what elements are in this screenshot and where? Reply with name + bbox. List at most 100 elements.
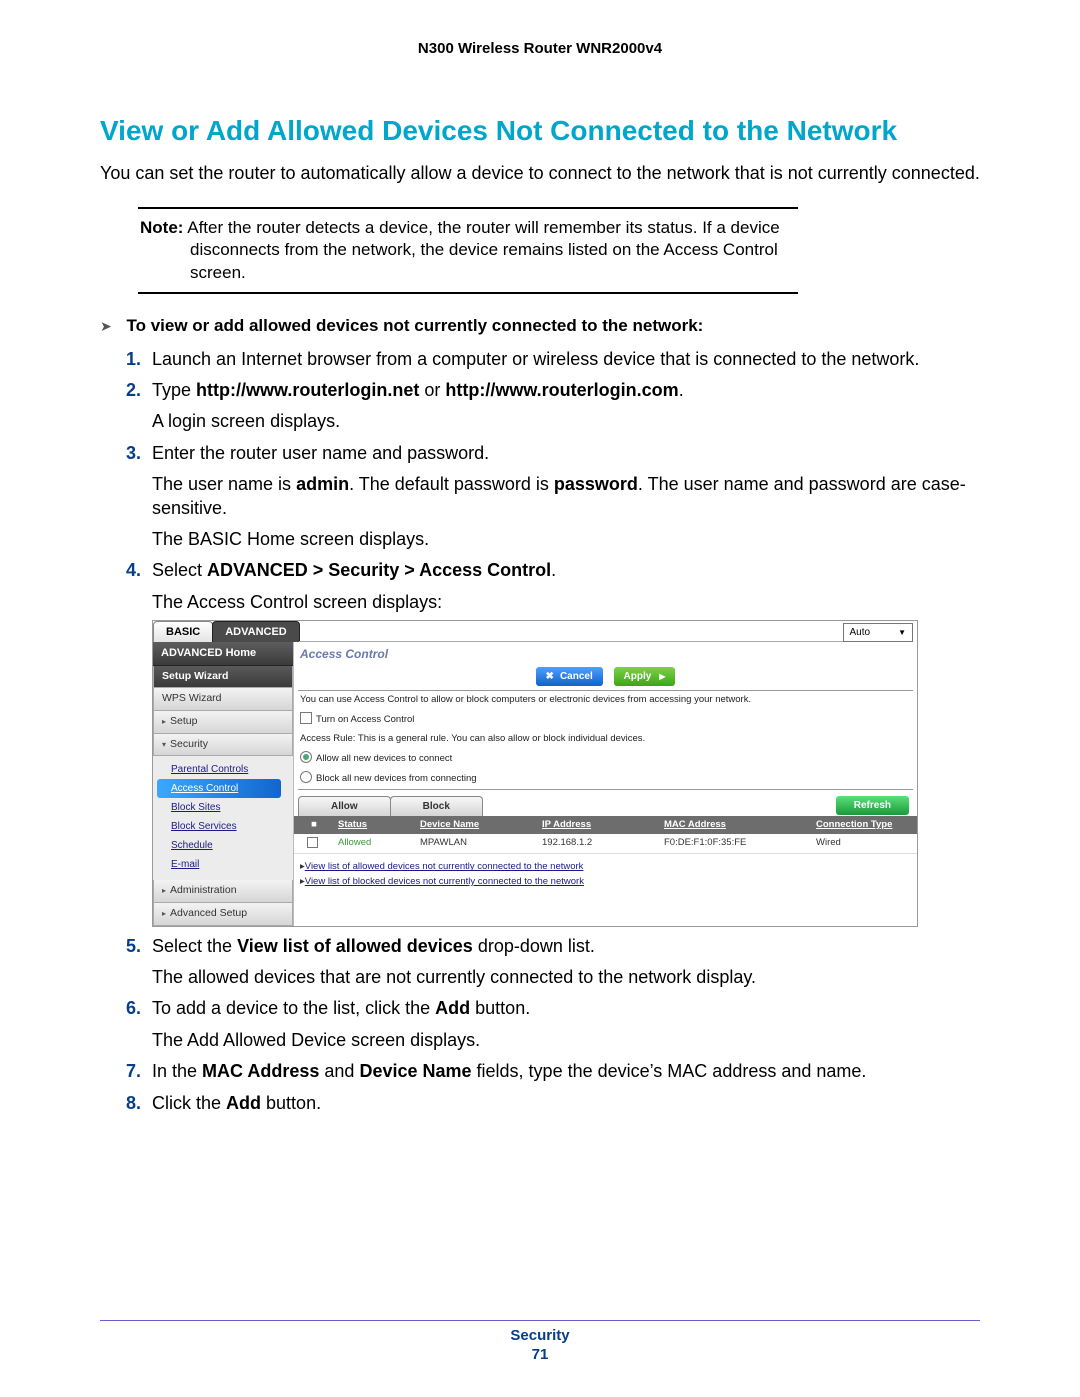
step-5-pre: Select the	[152, 936, 237, 956]
step-4: Select ADVANCED > Security > Access Cont…	[126, 555, 980, 930]
col-checkbox: ■	[296, 819, 332, 831]
step-5-bold: View list of allowed devices	[237, 936, 473, 956]
row-mac: F0:DE:F1:0F:35:FE	[658, 837, 810, 850]
step-6-pre: To add a device to the list, click the	[152, 998, 435, 1018]
row-status: Allowed	[332, 837, 414, 850]
step-6-text: To add a device to the list, click the A…	[152, 998, 530, 1018]
col-status[interactable]: Status	[332, 819, 414, 831]
step-5: Select the View list of allowed devices …	[126, 931, 980, 994]
step-3-password: password	[554, 474, 638, 494]
block-tab[interactable]: Block	[390, 796, 483, 816]
step-5-sub: The allowed devices that are not current…	[152, 966, 980, 989]
step-4-dot: .	[551, 560, 556, 580]
turn-on-row: Turn on Access Control	[294, 709, 917, 729]
note-label: Note:	[140, 218, 183, 237]
link-view-blocked[interactable]: View list of blocked devices not current…	[300, 875, 911, 889]
step-8-post: button.	[261, 1093, 321, 1113]
divider	[298, 789, 913, 790]
step-4-sub: The Access Control screen displays:	[152, 591, 980, 614]
step-2-url2: http://www.routerlogin.com	[445, 380, 678, 400]
nav-schedule[interactable]: Schedule	[171, 836, 293, 855]
turn-on-checkbox[interactable]	[300, 712, 312, 724]
nav-block-services[interactable]: Block Services	[171, 817, 293, 836]
nav-parental-controls[interactable]: Parental Controls	[171, 760, 293, 779]
triangle-right-icon: ▶	[659, 672, 665, 681]
step-7-and: and	[319, 1061, 359, 1081]
procedure-title-text: To view or add allowed devices not curre…	[126, 316, 703, 335]
row-ip: 192.168.1.2	[536, 837, 658, 850]
nav-security[interactable]: ▾Security	[153, 734, 293, 757]
step-6-bold: Add	[435, 998, 470, 1018]
step-8-bold: Add	[226, 1093, 261, 1113]
link-view-allowed[interactable]: View list of allowed devices not current…	[300, 860, 911, 874]
step-2-dot: .	[679, 380, 684, 400]
step-2-pre: Type	[152, 380, 196, 400]
language-value: Auto	[850, 626, 871, 639]
block-new-row: Block all new devices from connecting	[294, 768, 917, 788]
devices-table-header: ■ Status Device Name IP Address MAC Addr…	[294, 816, 917, 834]
block-new-radio[interactable]	[300, 771, 312, 783]
note-bottom-rule	[138, 292, 798, 294]
note-text: After the router detects a device, the r…	[187, 218, 779, 281]
step-2-text: Type http://www.routerlogin.net or http:…	[152, 380, 684, 400]
step-8-pre: Click the	[152, 1093, 226, 1113]
row-connection: Wired	[810, 837, 915, 850]
step-3-sub2: The BASIC Home screen displays.	[152, 528, 980, 551]
step-5-text: Select the View list of allowed devices …	[152, 936, 595, 956]
step-3-text: Enter the router user name and password.	[152, 443, 489, 463]
step-7-a: In the	[152, 1061, 202, 1081]
nav-setup-wizard[interactable]: Setup Wizard	[153, 666, 293, 689]
step-4-pre: Select	[152, 560, 207, 580]
cancel-label: Cancel	[560, 671, 593, 682]
language-select[interactable]: Auto ▼	[843, 623, 914, 642]
step-3-admin: admin	[296, 474, 349, 494]
refresh-button[interactable]: Refresh	[836, 796, 909, 815]
table-row: Allowed MPAWLAN 192.168.1.2 F0:DE:F1:0F:…	[294, 834, 917, 854]
router-ui-screenshot: BASIC ADVANCED Auto ▼ ADVANCED Home Setu…	[152, 620, 918, 926]
step-7-post: fields, type the device’s MAC address an…	[472, 1061, 867, 1081]
nav-wps-wizard[interactable]: WPS Wizard	[153, 688, 293, 711]
document-header: N300 Wireless Router WNR2000v4	[100, 40, 980, 57]
procedure-heading: ➤ To view or add allowed devices not cur…	[100, 316, 980, 336]
col-mac-address[interactable]: MAC Address	[658, 819, 810, 831]
col-device-name[interactable]: Device Name	[414, 819, 536, 831]
step-7: In the MAC Address and Device Name field…	[126, 1056, 980, 1087]
apply-button[interactable]: Apply ▶	[614, 667, 676, 686]
chevron-down-icon: ▼	[898, 628, 906, 638]
nav-administration[interactable]: ▸Administration	[153, 880, 293, 903]
nav-setup[interactable]: ▸Setup	[153, 711, 293, 734]
step-7-text: In the MAC Address and Device Name field…	[152, 1061, 866, 1081]
tab-basic[interactable]: BASIC	[153, 621, 213, 642]
tab-advanced[interactable]: ADVANCED	[212, 621, 300, 642]
allow-new-radio[interactable]	[300, 751, 312, 763]
nav-advanced-home[interactable]: ADVANCED Home	[153, 642, 293, 665]
cancel-button[interactable]: ✖Cancel	[536, 667, 603, 686]
footer-rule	[100, 1320, 980, 1321]
panel-description: You can use Access Control to allow or b…	[294, 691, 917, 709]
allow-tab[interactable]: Allow	[298, 796, 391, 816]
step-3-sub1: The user name is admin. The default pass…	[152, 473, 980, 520]
nav-access-control[interactable]: Access Control	[157, 779, 281, 798]
col-connection-type[interactable]: Connection Type	[810, 819, 915, 831]
allow-new-row: Allow all new devices to connect	[294, 748, 917, 768]
step-4-path: ADVANCED > Security > Access Control	[207, 560, 551, 580]
nav-block-sites[interactable]: Block Sites	[171, 798, 293, 817]
step-3: Enter the router user name and password.…	[126, 438, 980, 556]
step-8-text: Click the Add button.	[152, 1093, 321, 1113]
allow-new-label: Allow all new devices to connect	[316, 753, 452, 764]
rule-label: Access Rule: This is a general rule. You…	[294, 730, 917, 748]
nav-email[interactable]: E-mail	[171, 855, 293, 874]
step-2: Type http://www.routerlogin.net or http:…	[126, 375, 980, 438]
triangle-down-icon: ▾	[162, 740, 166, 749]
footer-section: Security	[0, 1327, 1080, 1344]
step-3-s1a: The user name is	[152, 474, 296, 494]
step-7-devname: Device Name	[359, 1061, 471, 1081]
nav-advanced-setup[interactable]: ▸Advanced Setup	[153, 903, 293, 926]
sidebar-nav: ADVANCED Home Setup Wizard WPS Wizard ▸S…	[153, 642, 294, 925]
step-3-s1b: . The default password is	[349, 474, 554, 494]
step-2-url1: http://www.routerlogin.net	[196, 380, 419, 400]
apply-label: Apply	[624, 671, 652, 682]
row-checkbox[interactable]	[307, 837, 318, 848]
note-block: Note: After the router detects a device,…	[138, 207, 798, 293]
col-ip-address[interactable]: IP Address	[536, 819, 658, 831]
